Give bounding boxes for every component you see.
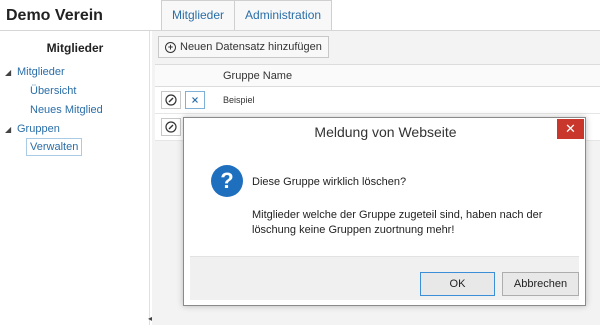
tree-node-verwalten[interactable]: Verwalten (26, 138, 83, 156)
sidebar-heading: Mitglieder (46, 41, 104, 55)
expand-arrow-icon[interactable]: ◢ (5, 68, 11, 77)
expand-arrow-icon[interactable]: ◢ (5, 125, 11, 134)
close-icon: ✕ (565, 121, 576, 136)
edit-button[interactable] (161, 118, 181, 136)
question-icon: ? (211, 165, 243, 197)
dialog-message-question: Diese Gruppe wirklich löschen? (252, 176, 407, 188)
close-icon (192, 97, 198, 103)
dialog-close-button[interactable]: ✕ (557, 119, 584, 139)
ok-button[interactable]: OK (420, 272, 495, 296)
tree-node-gruppen[interactable]: Gruppen (17, 123, 60, 135)
cancel-button[interactable]: Abbrechen (502, 272, 579, 296)
table-header: Gruppe Name (155, 65, 600, 87)
table-row: Beispiel (155, 87, 600, 114)
edit-icon (165, 121, 177, 133)
sidebar: Mitglieder ◢ Mitglieder Übersicht Neues … (0, 31, 150, 325)
dialog-message-detail: Mitglieder welche der Gruppe zugeteil si… (252, 209, 543, 236)
tab-mitglieder[interactable]: Mitglieder (161, 0, 236, 31)
main-tabs: Mitglieder Administration (161, 0, 333, 31)
delete-button[interactable] (185, 91, 205, 109)
column-header-gruppe-name[interactable]: Gruppe Name (223, 70, 292, 82)
dialog-body: ? Diese Gruppe wirklich löschen? Mitglie… (190, 146, 579, 256)
group-name-cell: Beispiel (223, 95, 255, 105)
add-record-label: Neuen Datensatz hinzufügen (180, 41, 322, 53)
tree-node-uebersicht[interactable]: Übersicht (30, 85, 76, 97)
edit-button[interactable] (161, 91, 181, 109)
tree-node-neues-mitglied[interactable]: Neues Mitglied (30, 104, 103, 116)
app-title: Demo Verein (6, 7, 103, 24)
edit-icon (165, 94, 177, 106)
confirm-dialog: Meldung von Webseite ✕ ? Diese Gruppe wi… (183, 117, 586, 306)
dialog-title: Meldung von Webseite (314, 124, 457, 140)
add-record-button[interactable]: + Neuen Datensatz hinzufügen (158, 36, 329, 58)
tab-administration[interactable]: Administration (235, 0, 333, 31)
tree-node-mitglieder[interactable]: Mitglieder (17, 66, 65, 78)
plus-circle-icon: + (165, 41, 176, 53)
dialog-footer: OK Abbrechen (190, 256, 579, 300)
